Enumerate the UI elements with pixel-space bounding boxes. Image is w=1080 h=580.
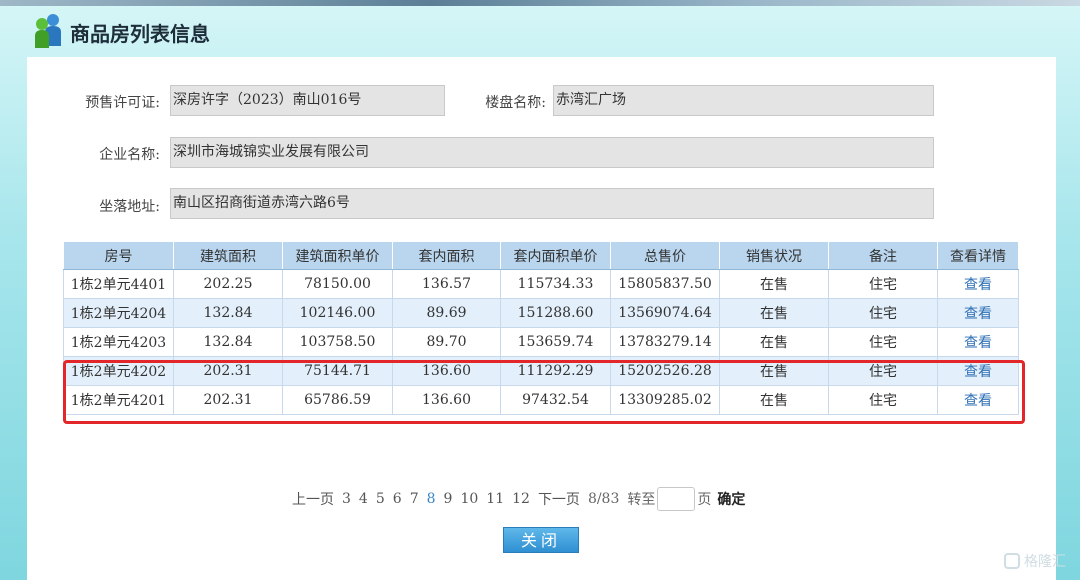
prev-page-link[interactable]: 上一页 — [292, 489, 334, 509]
house-list-table: 房号 建筑面积 建筑面积单价 套内面积 套内面积单价 总售价 销售状况 备注 查… — [63, 241, 1019, 415]
cell-remark: 住宅 — [828, 356, 938, 386]
cell-inner-area: 89.69 — [392, 298, 501, 328]
cell-area-price: 65786.59 — [282, 385, 393, 415]
project-name-label: 楼盘名称: — [485, 95, 546, 111]
view-detail-link[interactable]: 查看 — [964, 306, 992, 322]
cell-area: 202.31 — [173, 385, 283, 415]
address-label: 坐落地址: — [99, 199, 160, 215]
cell-total-price: 13309285.02 — [610, 385, 720, 415]
cell-total-price: 13783279.14 — [610, 327, 720, 357]
col-header-status: 销售状况 — [719, 241, 829, 270]
address-field: 南山区招商街道赤湾六路6号 — [170, 188, 934, 219]
close-button[interactable]: 关闭 — [503, 527, 579, 553]
cell-room: 1栋2单元4201 — [63, 385, 174, 415]
cell-total-price: 15805837.50 — [610, 269, 720, 299]
page-link[interactable]: 7 — [410, 491, 419, 507]
cell-area-price: 102146.00 — [282, 298, 393, 328]
cell-room: 1栋2单元4203 — [63, 327, 174, 357]
col-header-room: 房号 — [63, 241, 174, 270]
cell-area-price: 78150.00 — [282, 269, 393, 299]
cell-area: 132.84 — [173, 327, 283, 357]
cell-area: 132.84 — [173, 298, 283, 328]
cell-total-price: 15202526.28 — [610, 356, 720, 386]
cell-remark: 住宅 — [828, 269, 938, 299]
col-header-inner-area: 套内面积 — [392, 241, 501, 270]
page-link[interactable]: 9 — [444, 491, 453, 507]
table-row: 1栋2单元4203 132.84 103758.50 89.70 153659.… — [63, 327, 1019, 357]
cell-detail: 查看 — [937, 269, 1019, 299]
cell-remark: 住宅 — [828, 298, 938, 328]
cell-area-price: 103758.50 — [282, 327, 393, 357]
col-header-detail: 查看详情 — [937, 241, 1019, 270]
page-status: 8/83 — [587, 491, 620, 507]
page-title: 商品房列表信息 — [70, 22, 210, 46]
cell-room: 1栋2单元4401 — [63, 269, 174, 299]
table-header-row: 房号 建筑面积 建筑面积单价 套内面积 套内面积单价 总售价 销售状况 备注 查… — [63, 241, 1019, 270]
cell-status: 在售 — [719, 385, 829, 415]
cell-total-price: 13569074.64 — [610, 298, 720, 328]
cell-remark: 住宅 — [828, 327, 938, 357]
cell-detail: 查看 — [937, 385, 1019, 415]
cell-inner-area: 136.57 — [392, 269, 501, 299]
cell-room: 1栋2单元4202 — [63, 356, 174, 386]
cell-status: 在售 — [719, 269, 829, 299]
cell-area-price: 75144.71 — [282, 356, 393, 386]
table-row: 1栋2单元4204 132.84 102146.00 89.69 151288.… — [63, 298, 1019, 328]
cell-inner-area: 89.70 — [392, 327, 501, 357]
page-link[interactable]: 11 — [486, 491, 504, 507]
cell-inner-area: 136.60 — [392, 356, 501, 386]
view-detail-link[interactable]: 查看 — [964, 393, 992, 409]
next-page-link[interactable]: 下一页 — [538, 489, 580, 509]
cell-room: 1栋2单元4204 — [63, 298, 174, 328]
col-header-area-price: 建筑面积单价 — [282, 241, 393, 270]
col-header-area: 建筑面积 — [173, 241, 283, 270]
cell-detail: 查看 — [937, 298, 1019, 328]
users-icon — [35, 14, 61, 48]
company-name-field: 深圳市海城锦实业发展有限公司 — [170, 137, 934, 168]
cell-area: 202.25 — [173, 269, 283, 299]
cell-inner-price: 115734.33 — [500, 269, 611, 299]
cell-inner-area: 136.60 — [392, 385, 501, 415]
col-header-total-price: 总售价 — [610, 241, 720, 270]
presale-license-field: 深房许字（2023）南山016号 — [170, 85, 445, 116]
table-row: 1栋2单元4201 202.31 65786.59 136.60 97432.5… — [63, 385, 1019, 415]
company-name-label: 企业名称: — [99, 147, 160, 163]
page-link[interactable]: 5 — [376, 491, 385, 507]
col-header-remark: 备注 — [828, 241, 938, 270]
col-header-inner-price: 套内面积单价 — [500, 241, 611, 270]
view-detail-link[interactable]: 查看 — [964, 364, 992, 380]
cell-detail: 查看 — [937, 327, 1019, 357]
table-row: 1栋2单元4401 202.25 78150.00 136.57 115734.… — [63, 269, 1019, 299]
cell-status: 在售 — [719, 356, 829, 386]
page-link[interactable]: 3 — [342, 491, 351, 507]
confirm-button[interactable]: 确定 — [717, 489, 745, 509]
page-header: 商品房列表信息 — [0, 6, 1080, 56]
current-page-link[interactable]: 8 — [427, 491, 436, 507]
cell-status: 在售 — [719, 298, 829, 328]
watermark: 格隆汇 — [1004, 551, 1066, 571]
page-unit-label: 页 — [697, 492, 712, 508]
page-link[interactable]: 4 — [359, 491, 368, 507]
cell-inner-price: 153659.74 — [500, 327, 611, 357]
cell-status: 在售 — [719, 327, 829, 357]
page-link[interactable]: 6 — [393, 491, 402, 507]
cell-area: 202.31 — [173, 356, 283, 386]
project-name-field: 赤湾汇广场 — [553, 85, 934, 116]
watermark-logo-icon — [1004, 553, 1020, 569]
pagination: 上一页 3 4 5 6 7 8 9 10 11 12 下一页 8/83 转至 页… — [292, 487, 753, 511]
cell-inner-price: 97432.54 — [500, 385, 611, 415]
view-detail-link[interactable]: 查看 — [964, 335, 992, 351]
watermark-text: 格隆汇 — [1024, 554, 1066, 570]
table-row: 1栋2单元4202 202.31 75144.71 136.60 111292.… — [63, 356, 1019, 386]
cell-remark: 住宅 — [828, 385, 938, 415]
page-link[interactable]: 12 — [512, 491, 530, 507]
goto-page-input[interactable] — [657, 487, 696, 511]
goto-label: 转至 — [627, 492, 656, 508]
page-link[interactable]: 10 — [460, 491, 478, 507]
cell-detail: 查看 — [937, 356, 1019, 386]
cell-inner-price: 111292.29 — [500, 356, 611, 386]
view-detail-link[interactable]: 查看 — [964, 277, 992, 293]
presale-license-label: 预售许可证: — [85, 95, 160, 111]
cell-inner-price: 151288.60 — [500, 298, 611, 328]
